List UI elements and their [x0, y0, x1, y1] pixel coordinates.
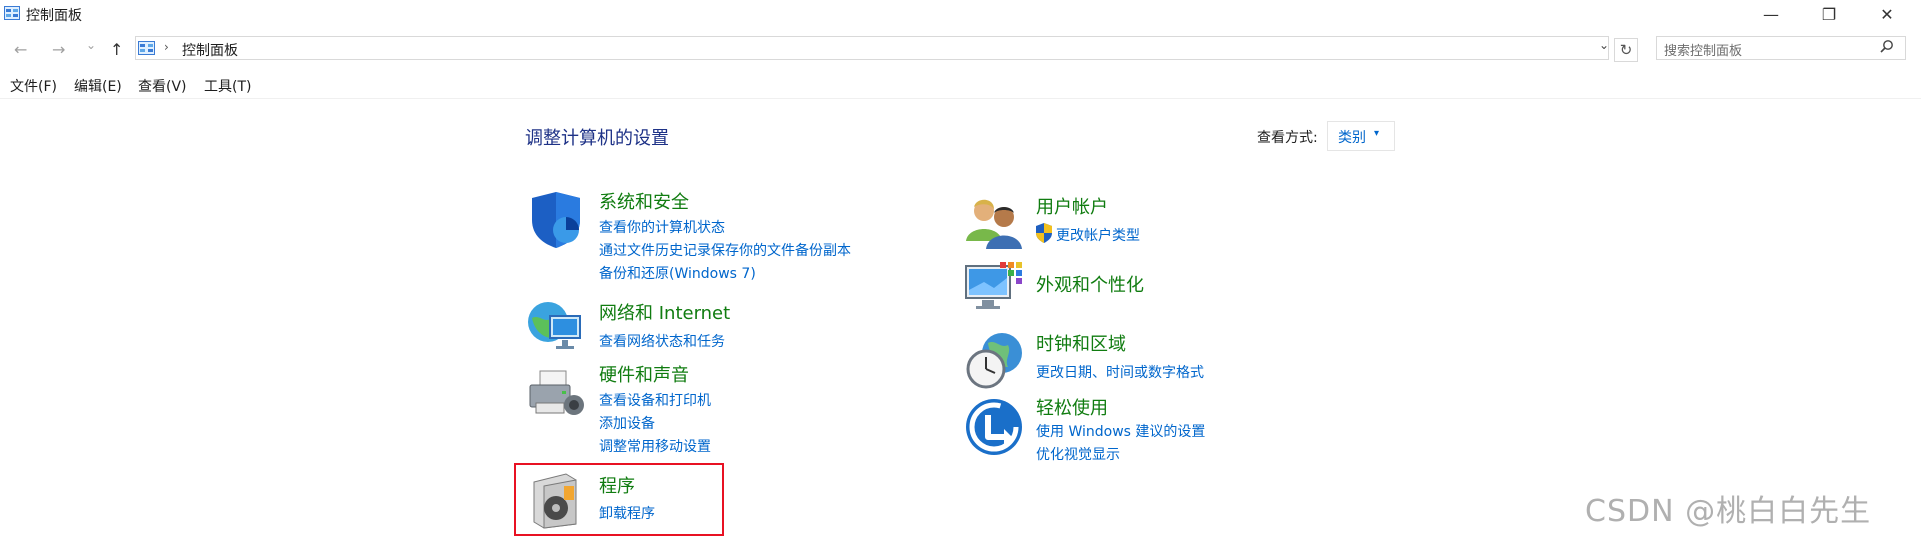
up-icon[interactable]: ↑: [110, 40, 123, 59]
control-panel-icon: [138, 41, 155, 55]
link-change-account-type[interactable]: 更改帐户类型: [1056, 225, 1140, 245]
category-network-internet[interactable]: 网络和 Internet: [599, 299, 730, 325]
users-icon[interactable]: [964, 193, 1024, 253]
highlight-box: [514, 463, 724, 536]
breadcrumb[interactable]: 控制面板: [182, 40, 238, 60]
control-panel-icon: [4, 6, 20, 20]
uac-shield-icon: [1036, 223, 1052, 243]
menu-file[interactable]: 文件(F): [10, 76, 57, 96]
close-button[interactable]: ✕: [1865, 0, 1909, 28]
menu-tools[interactable]: 工具(T): [204, 76, 251, 96]
link-optimize-visual-display[interactable]: 优化视觉显示: [1036, 444, 1120, 464]
clock-globe-icon[interactable]: [964, 331, 1024, 391]
link-date-time-format[interactable]: 更改日期、时间或数字格式: [1036, 362, 1204, 382]
link-network-status[interactable]: 查看网络状态和任务: [599, 331, 725, 351]
chevron-down-icon[interactable]: ▾: [1374, 128, 1379, 139]
chevron-down-icon[interactable]: ⌄: [1599, 38, 1609, 52]
category-hardware-sound[interactable]: 硬件和声音: [599, 361, 689, 387]
address-bar[interactable]: [135, 36, 1609, 60]
network-globe-icon[interactable]: [526, 296, 586, 356]
forward-icon[interactable]: →: [52, 40, 65, 59]
link-mobility-settings[interactable]: 调整常用移动设置: [599, 436, 711, 456]
view-by-label: 查看方式:: [1257, 130, 1318, 146]
recent-locations-icon[interactable]: ⌄: [86, 38, 96, 52]
search-icon[interactable]: [1880, 39, 1894, 53]
link-backup-restore[interactable]: 备份和还原(Windows 7): [599, 263, 756, 283]
shield-icon[interactable]: [526, 190, 586, 250]
link-recommended-settings[interactable]: 使用 Windows 建议的设置: [1036, 421, 1205, 441]
link-add-device[interactable]: 添加设备: [599, 413, 655, 433]
page-title: 调整计算机的设置: [525, 128, 669, 149]
window-title: 控制面板: [26, 8, 82, 24]
menu-divider: [0, 98, 1921, 99]
watermark: CSDN @桃白白先生: [1585, 494, 1872, 529]
category-clock-region[interactable]: 时钟和区域: [1036, 330, 1126, 356]
printer-icon[interactable]: [526, 365, 586, 425]
category-system-security[interactable]: 系统和安全: [599, 188, 689, 214]
menu-view[interactable]: 查看(V): [138, 76, 187, 96]
link-view-computer-status[interactable]: 查看你的计算机状态: [599, 217, 725, 237]
category-ease-of-access[interactable]: 轻松使用: [1036, 394, 1108, 420]
minimize-button[interactable]: —: [1749, 0, 1793, 28]
title-bar: [0, 0, 1921, 28]
menu-edit[interactable]: 编辑(E): [74, 76, 122, 96]
category-appearance-personalization[interactable]: 外观和个性化: [1036, 271, 1144, 297]
refresh-button[interactable]: ↻: [1614, 38, 1638, 62]
breadcrumb-chevron-icon[interactable]: ›: [164, 40, 169, 54]
category-user-accounts[interactable]: 用户帐户: [1036, 193, 1108, 219]
ease-of-access-icon[interactable]: [964, 397, 1024, 457]
view-by-value[interactable]: 类别: [1338, 127, 1366, 147]
restore-button[interactable]: ❐: [1807, 0, 1851, 28]
search-placeholder: 搜索控制面板: [1664, 44, 1743, 59]
back-icon[interactable]: ←: [14, 40, 27, 59]
display-color-icon[interactable]: [964, 260, 1024, 320]
link-devices-printers[interactable]: 查看设备和打印机: [599, 390, 711, 410]
link-file-history-backup[interactable]: 通过文件历史记录保存你的文件备份副本: [599, 240, 851, 260]
